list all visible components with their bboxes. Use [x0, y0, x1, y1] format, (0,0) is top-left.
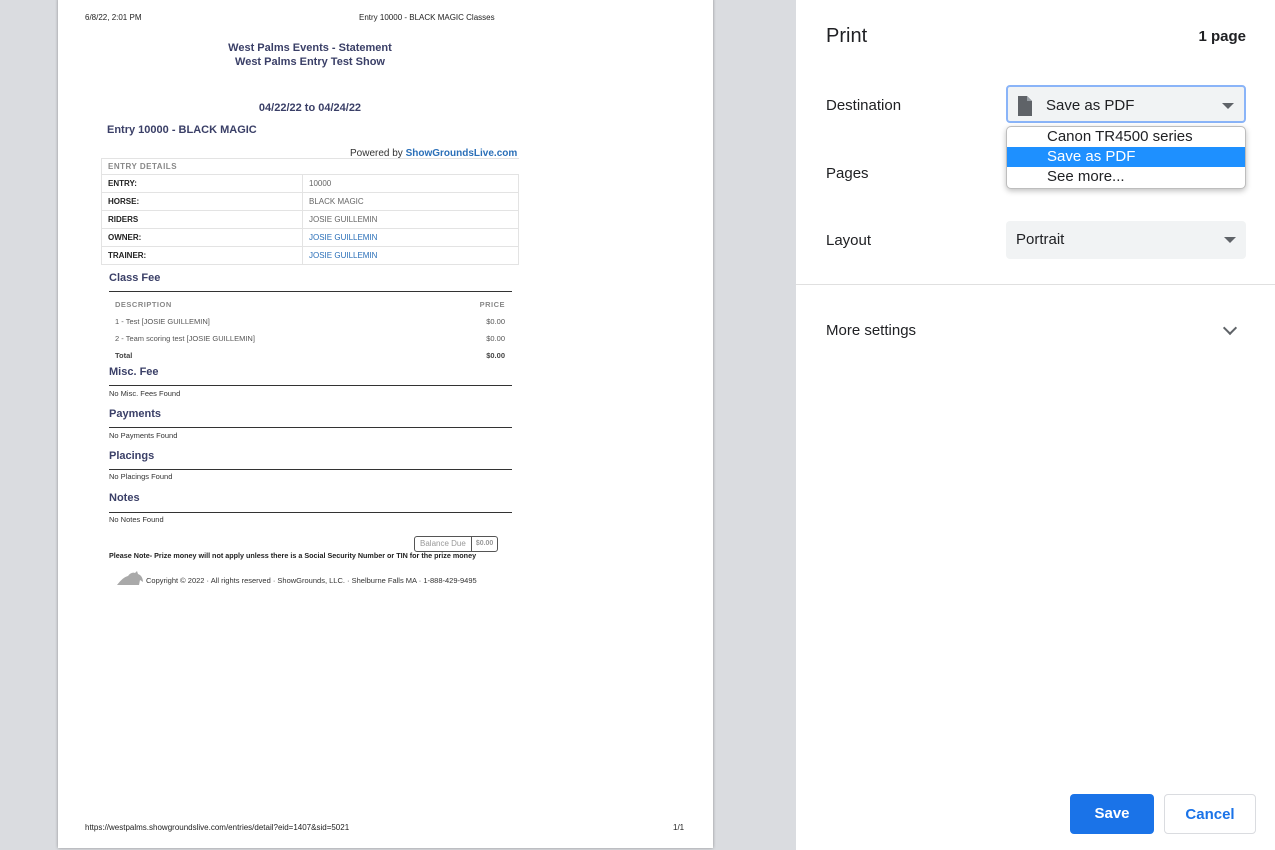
detail-label: RIDERS — [101, 210, 303, 229]
fee-total-row: Total $0.00 — [115, 351, 505, 360]
print-settings-panel: Print 1 page Destination Save as PDF Can… — [796, 0, 1275, 850]
copyright-text: Copyright © 2022 · All rights reserved ·… — [146, 576, 477, 585]
detail-label: HORSE: — [101, 192, 303, 211]
placings-title: Placings — [109, 450, 155, 462]
table-row: OWNER: JOSIE GUILLEMIN — [101, 228, 519, 247]
payments-title: Payments — [109, 408, 161, 420]
destination-option-save-as-pdf[interactable]: Save as PDF — [1007, 147, 1245, 167]
entry-details-table: ENTRY DETAILS ENTRY: 10000 HORSE: BLACK … — [101, 158, 519, 265]
destination-label: Destination — [826, 97, 902, 114]
detail-value: BLACK MAGIC — [302, 192, 519, 211]
notes-empty: No Notes Found — [109, 515, 164, 524]
detail-label: ENTRY: — [101, 174, 303, 193]
section-divider — [109, 427, 512, 428]
destination-value: Save as PDF — [1046, 97, 1135, 114]
save-button[interactable]: Save — [1070, 794, 1154, 834]
section-divider — [109, 512, 512, 513]
pages-label: Pages — [826, 165, 869, 182]
table-row: 1 - Test [JOSIE GUILLEMIN] $0.00 — [115, 317, 505, 326]
payments-empty: No Payments Found — [109, 431, 178, 440]
destination-select[interactable]: Save as PDF — [1006, 85, 1246, 123]
page-header-title: Entry 10000 - BLACK MAGIC Classes — [359, 13, 495, 22]
print-title: Print — [826, 25, 868, 47]
table-row: HORSE: BLACK MAGIC — [101, 192, 519, 211]
destination-dropdown-list: Canon TR4500 series Save as PDF See more… — [1006, 126, 1246, 189]
balance-due-box: Balance Due $0.00 — [414, 536, 499, 552]
page-footer-number: 1/1 — [673, 823, 685, 832]
misc-fee-empty: No Misc. Fees Found — [109, 389, 181, 398]
page-footer-url: https://westpalms.showgroundslive.com/en… — [85, 823, 350, 832]
table-row: ENTRY: 10000 — [101, 174, 519, 193]
layout-value: Portrait — [1016, 231, 1065, 248]
statement-title: West Palms Events - Statement — [228, 42, 392, 54]
document-icon — [1018, 96, 1032, 116]
panel-divider — [796, 284, 1275, 285]
section-divider — [109, 469, 512, 470]
placings-empty: No Placings Found — [109, 472, 173, 481]
col-price: PRICE — [479, 300, 505, 309]
section-divider — [109, 291, 512, 292]
more-settings-toggle[interactable]: More settings — [826, 322, 916, 339]
detail-label: TRAINER: — [101, 246, 303, 265]
fee-total-value: $0.00 — [486, 351, 505, 360]
detail-value: JOSIE GUILLEMIN — [302, 210, 519, 229]
entry-title: Entry 10000 - BLACK MAGIC — [107, 124, 257, 136]
section-divider — [109, 385, 512, 386]
fee-description: 2 - Team scoring test [JOSIE GUILLEMIN] — [115, 334, 255, 343]
dropdown-arrow-icon — [1224, 237, 1236, 243]
destination-option-see-more[interactable]: See more... — [1007, 167, 1245, 187]
dropdown-arrow-icon — [1222, 103, 1234, 109]
table-row: TRAINER: JOSIE GUILLEMIN — [101, 246, 519, 265]
detail-value-link: JOSIE GUILLEMIN — [302, 246, 519, 265]
page-count: 1 page — [1198, 28, 1246, 45]
show-title: West Palms Entry Test Show — [235, 56, 385, 68]
layout-label: Layout — [826, 232, 872, 249]
fee-header-row: DESCRIPTION PRICE — [115, 300, 505, 309]
preview-page: 6/8/22, 2:01 PM Entry 10000 - BLACK MAGI… — [58, 0, 713, 848]
print-preview-area[interactable]: 6/8/22, 2:01 PM Entry 10000 - BLACK MAGI… — [0, 0, 796, 850]
chevron-down-icon[interactable] — [1222, 320, 1238, 336]
detail-value-link: JOSIE GUILLEMIN — [302, 228, 519, 247]
showgrounds-logo-icon — [117, 571, 143, 585]
fee-price: $0.00 — [486, 317, 505, 326]
detail-value: 10000 — [302, 174, 519, 193]
balance-due-label: Balance Due — [415, 537, 472, 551]
balance-due-value: $0.00 — [475, 540, 494, 547]
table-row: 2 - Team scoring test [JOSIE GUILLEMIN] … — [115, 334, 505, 343]
cancel-button[interactable]: Cancel — [1164, 794, 1256, 834]
fee-total-label: Total — [115, 351, 133, 360]
prize-money-note: Please Note- Prize money will not apply … — [109, 551, 477, 560]
layout-select[interactable]: Portrait — [1006, 221, 1246, 259]
fee-price: $0.00 — [486, 334, 505, 343]
page-header-date: 6/8/22, 2:01 PM — [85, 13, 142, 22]
notes-title: Notes — [109, 492, 140, 504]
destination-option-canon[interactable]: Canon TR4500 series — [1007, 127, 1245, 147]
misc-fee-title: Misc. Fee — [109, 366, 159, 378]
col-description: DESCRIPTION — [115, 300, 172, 309]
detail-label: OWNER: — [101, 228, 303, 247]
class-fee-title: Class Fee — [109, 272, 161, 284]
entry-details-caption: ENTRY DETAILS — [101, 158, 519, 175]
table-row: RIDERS JOSIE GUILLEMIN — [101, 210, 519, 229]
fee-description: 1 - Test [JOSIE GUILLEMIN] — [115, 317, 210, 326]
date-range: 04/22/22 to 04/24/22 — [258, 102, 362, 114]
